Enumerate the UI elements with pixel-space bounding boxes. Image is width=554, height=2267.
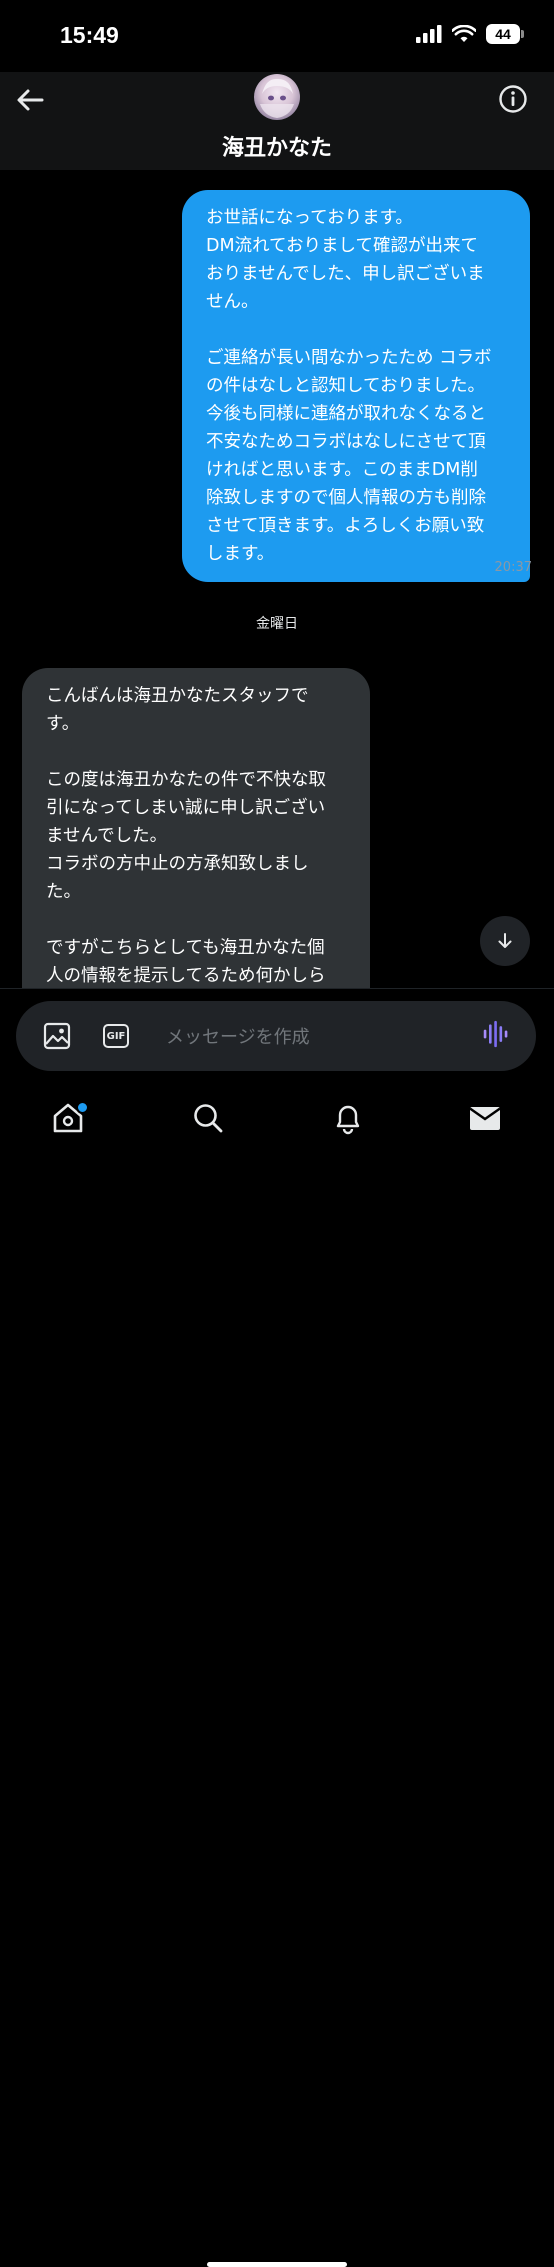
message-line: こんばんは海丑かなたスタッフで [46,686,309,706]
message-line: 除致しますので個人情報の方も削除 [206,488,486,508]
status-bar: 15:49 44 [0,0,554,72]
avatar[interactable] [254,74,300,120]
status-time: 15:49 [60,22,119,48]
wifi-icon [452,25,476,42]
message-line: 人の情報を提示してるため何かしら [46,966,326,986]
info-icon[interactable] [498,84,528,114]
message-line: せん。 [206,292,259,312]
message-line: 今後も同様に連絡が取れなくなると [206,404,486,424]
home-indicator [207,2262,347,2267]
gif-icon[interactable]: GIF [103,1024,129,1048]
mail-icon[interactable] [467,1100,503,1136]
message-timestamp: 20:37 [494,560,532,575]
arrow-down-icon [498,933,512,948]
message-thread[interactable]: お世話になっております。 DM流れておりまして確認が出来て おりませんでした、申し訳… [0,170,554,990]
battery-level: 44 [495,26,511,42]
status-icons: 44 [416,24,524,44]
message-line: の件はなしと認知しておりました。 [206,376,485,396]
composer-bar: GIF [0,988,554,1081]
cellular-signal-icon [416,25,442,43]
contact-name[interactable]: 海丑かなた [0,130,554,162]
message-line: DM流れておりまして確認が出来て [206,236,478,256]
message-line: 不安なためコラボはなしにさせて頂 [206,432,486,452]
message-line: おりませんでした、申し訳ございま [206,264,485,284]
image-icon[interactable] [43,1022,71,1050]
day-divider: 金曜日 [256,616,298,632]
message-line: た。 [46,882,81,902]
message-line: この度は海丑かなたの件で不快な取 [46,770,326,790]
message-line: ご連絡が長い間なかったため コラボ [206,348,492,368]
sent-message-bubble[interactable]: お世話になっております。 DM流れておりまして確認が出来て おりませんでした、申し訳… [182,190,530,582]
conversation-header: 海丑かなた [0,72,554,170]
message-line: ければと思います。このままDM削 [206,460,478,480]
message-line: す。 [46,714,80,734]
notification-dot [76,1101,89,1114]
bell-icon[interactable] [330,1100,366,1136]
message-line: お世話になっております。 [206,208,413,228]
received-message-bubble[interactable]: こんばんは海丑かなたスタッフで す。この度は海丑かなたの件で不快な取 引になってしま… [22,668,370,990]
avatar-image [260,78,294,118]
message-line: コラボの方中止の方承知致しまし [46,854,309,874]
scroll-to-bottom-button[interactable] [480,916,530,966]
message-line: します。 [206,544,275,564]
message-line: させて頂きます。よろしくお願い致 [206,516,485,536]
search-icon[interactable] [190,1100,226,1136]
message-line: 引になってしまい誠に申し訳ござい [46,798,326,818]
battery-indicator: 44 [486,24,524,44]
message-line: ですがこちらとしても海丑かなた個 [46,938,325,958]
back-arrow-icon[interactable] [14,84,46,116]
message-line: ませんでした。 [46,826,168,846]
message-composer: GIF [16,1001,536,1071]
message-input[interactable] [164,1021,468,1053]
voice-waveform-icon[interactable] [482,1020,510,1048]
bottom-tab-bar [0,1080,554,2267]
